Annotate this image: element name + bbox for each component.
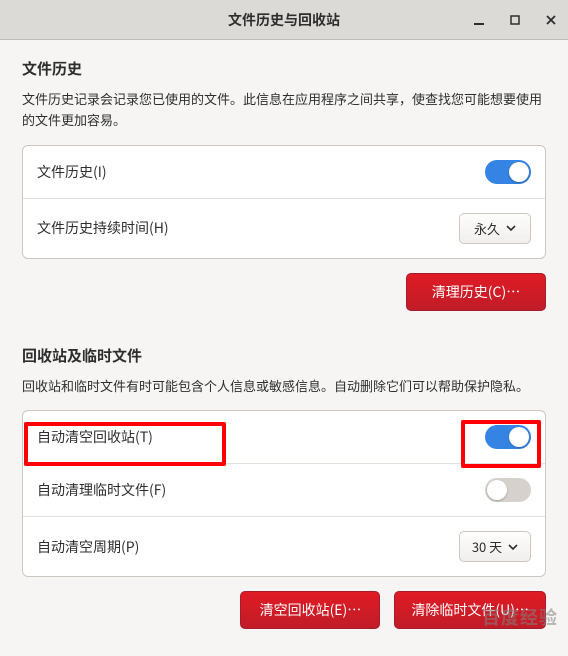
file-history-switch[interactable] — [485, 160, 531, 184]
empty-trash-button[interactable]: 清空回收站(E)… — [240, 591, 380, 629]
file-history-duration-combo[interactable]: 永久 — [459, 213, 531, 244]
trash-section-title: 回收站及临时文件 — [22, 345, 546, 366]
trash-list: 自动清空回收站(T) 自动清理临时文件(F) 自动清空周期(P) 30 天 — [22, 410, 546, 577]
auto-purge-period-label: 自动清空周期(P) — [37, 537, 139, 557]
file-history-duration-label: 文件历史持续时间(H) — [37, 218, 169, 238]
file-history-duration-row: 文件历史持续时间(H) 永久 — [23, 199, 545, 258]
file-history-duration-value: 永久 — [474, 219, 500, 238]
file-history-desc: 文件历史记录会记录您已使用的文件。此信息在应用程序之间共享，使查找您可能想要使用… — [22, 89, 546, 131]
content-area: 文件历史 文件历史记录会记录您已使用的文件。此信息在应用程序之间共享，使查找您可… — [0, 40, 568, 629]
auto-purge-period-combo[interactable]: 30 天 — [459, 531, 531, 562]
trash-actions: 清空回收站(E)… 清除临时文件(U)… — [22, 591, 546, 629]
titlebar: 文件历史与回收站 — [0, 0, 568, 40]
window-title: 文件历史与回收站 — [228, 10, 340, 30]
auto-empty-trash-row: 自动清空回收站(T) — [23, 411, 545, 464]
clear-history-button[interactable]: 清理历史(C)… — [406, 273, 546, 311]
close-button[interactable] — [540, 9, 562, 31]
chevron-down-icon — [508, 542, 518, 552]
window-controls — [468, 0, 562, 39]
auto-empty-trash-label: 自动清空回收站(T) — [37, 427, 153, 447]
file-history-actions: 清理历史(C)… — [22, 273, 546, 311]
file-history-row: 文件历史(I) — [23, 146, 545, 199]
auto-purge-period-row: 自动清空周期(P) 30 天 — [23, 517, 545, 576]
auto-clear-temp-row: 自动清理临时文件(F) — [23, 464, 545, 517]
auto-empty-trash-switch[interactable] — [485, 425, 531, 449]
trash-section-desc: 回收站和临时文件有时可能包含个人信息或敏感信息。自动删除它们可以帮助保护隐私。 — [22, 376, 546, 397]
maximize-button[interactable] — [504, 9, 526, 31]
file-history-label: 文件历史(I) — [37, 162, 107, 182]
auto-purge-period-value: 30 天 — [472, 537, 502, 556]
minimize-button[interactable] — [468, 9, 490, 31]
file-history-list: 文件历史(I) 文件历史持续时间(H) 永久 — [22, 145, 546, 259]
auto-clear-temp-label: 自动清理临时文件(F) — [37, 480, 166, 500]
file-history-title: 文件历史 — [22, 58, 546, 79]
chevron-down-icon — [506, 223, 516, 233]
clear-temp-button[interactable]: 清除临时文件(U)… — [394, 591, 546, 629]
auto-clear-temp-switch[interactable] — [485, 478, 531, 502]
